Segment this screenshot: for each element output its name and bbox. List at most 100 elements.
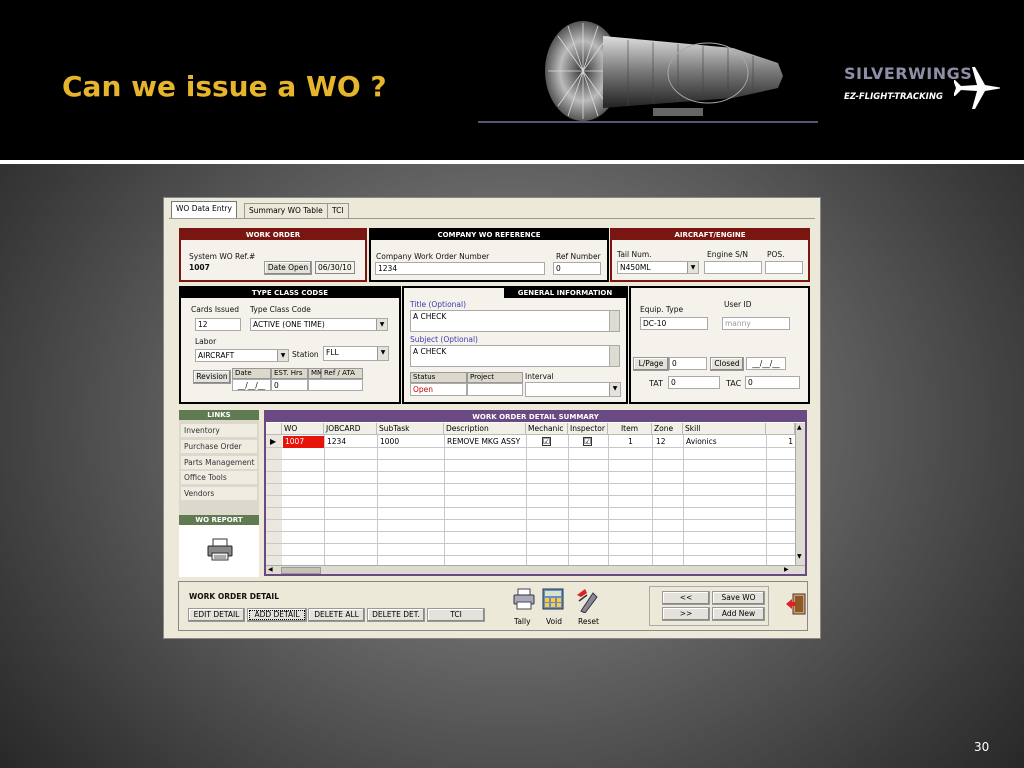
labor-dropdown[interactable]: AIRCRAFT ▼ [195,349,289,362]
project-field[interactable] [467,383,523,396]
tab-summary-wo-table[interactable]: Summary WO Table [244,203,328,218]
link-inventory[interactable]: Inventory [181,424,257,437]
printer-icon[interactable] [512,587,536,611]
lpage-button[interactable]: L/Page [633,357,669,371]
current-row-arrow-icon: ▶ [270,437,277,446]
brand-name: SILVERWINGS [844,64,973,83]
chevron-down-icon[interactable]: ▼ [376,319,387,330]
scroll-right-icon[interactable]: ▶ [784,566,789,573]
mechanic-checkbox[interactable]: ☑ [542,437,551,446]
col-subtask[interactable]: SubTask [377,423,444,435]
add-detail-button[interactable]: ADD DETAIL [247,608,307,622]
closed-button[interactable]: Closed [710,357,744,371]
ref-ata-field[interactable] [308,379,363,391]
subject-field[interactable]: A CHECK [410,345,620,367]
engine-sn-field[interactable] [704,261,762,274]
type-class-code-label: Type Class Code [250,305,311,314]
user-id-field[interactable]: manny [722,317,790,330]
tab-tci[interactable]: TCI [327,203,349,218]
link-purchase-order[interactable]: Purchase Order [181,440,257,453]
revision-date-field[interactable]: __/__/__ [232,379,271,391]
scroll-up-icon[interactable]: ▲ [797,424,802,431]
general-information-panel: GENERAL INFORMATION Title (Optional) A C… [402,286,628,404]
vertical-scrollbar[interactable]: ▲ ▼ [795,423,805,565]
station-dropdown[interactable]: FLL ▼ [323,346,389,361]
cell-wo[interactable]: 1007 [283,436,324,448]
interval-dropdown[interactable]: ▼ [525,382,621,397]
link-vendors[interactable]: Vendors [181,487,257,500]
link-office-tools[interactable]: Office Tools [181,471,257,484]
mm-col-header: MM [308,368,323,379]
subject-scrollbar[interactable] [609,346,619,366]
title-field[interactable]: A CHECK [410,310,620,332]
closed-date-field[interactable]: __/__/__ [746,357,786,370]
turbine-engine-image [478,21,818,123]
date-open-button[interactable]: Date Open [264,261,312,275]
tat-field[interactable]: 0 [668,376,720,389]
wo-report-panel: WO REPORT [179,515,259,577]
cell-jobcard[interactable]: 1234 [325,436,377,448]
subject-optional-label: Subject (Optional) [410,335,478,344]
inspector-checkbox[interactable]: ☑ [583,437,592,446]
col-inspector[interactable]: Inspector [568,423,608,435]
revision-button[interactable]: Revision [193,370,231,384]
previous-button[interactable]: << [662,591,710,605]
col-description[interactable]: Description [444,423,526,435]
printer-icon[interactable] [206,538,234,562]
col-extra[interactable] [766,423,795,435]
pos-field[interactable] [765,261,803,274]
grid-hline [266,507,795,508]
est-hrs-field[interactable]: 0 [271,379,308,391]
cell-subtask[interactable]: 1000 [378,436,444,448]
cell-description[interactable]: REMOVE MKG ASSY [445,436,526,448]
calculator-icon[interactable] [541,587,565,611]
general-info-header: GENERAL INFORMATION [504,288,626,298]
next-button[interactable]: >> [662,607,710,621]
col-mechanic[interactable]: Mechanic [526,423,568,435]
edit-detail-button[interactable]: EDIT DETAIL [188,608,245,622]
tab-wo-data-entry[interactable]: WO Data Entry [171,201,237,218]
delete-detail-button[interactable]: DELETE DET. [367,608,425,622]
scroll-thumb[interactable] [281,567,321,574]
work-order-header: WORK ORDER [181,230,365,240]
cell-item[interactable]: 1 [609,436,652,448]
add-new-button[interactable]: Add New [712,607,765,621]
scroll-down-icon[interactable]: ▼ [797,553,802,560]
tci-button[interactable]: TCI [427,608,485,622]
reset-icon[interactable] [573,585,601,613]
work-order-detail-summary: WORK ORDER DETAIL SUMMARY WO JOBCARD Sub… [264,410,807,576]
tail-num-dropdown[interactable]: N450ML ▼ [617,261,699,274]
chevron-down-icon[interactable]: ▼ [609,383,620,396]
ref-number-label: Ref Number [556,252,601,261]
lpage-field[interactable]: 0 [669,357,707,370]
horizontal-scrollbar[interactable]: ◀ ▶ [266,565,805,574]
cell-zone[interactable]: 12 [654,436,683,448]
col-jobcard[interactable]: JOBCARD [324,423,377,435]
ref-number-field[interactable]: 0 [553,262,601,275]
link-parts-management[interactable]: Parts Management [181,456,257,469]
tac-field[interactable]: 0 [745,376,800,389]
company-wo-number-field[interactable]: 1234 [375,262,545,275]
grid-vline [444,435,445,565]
scroll-left-icon[interactable]: ◀ [268,566,273,573]
type-class-code-dropdown[interactable]: ACTIVE (ONE TIME) ▼ [250,318,388,331]
reset-label: Reset [578,617,599,626]
save-wo-button[interactable]: Save WO [712,591,765,605]
equip-type-field[interactable]: DC-10 [640,317,708,330]
col-zone[interactable]: Zone [652,423,683,435]
status-field[interactable]: Open [410,383,467,396]
title-scrollbar[interactable] [609,311,619,331]
slide-title: Can we issue a WO ? [62,70,387,103]
chevron-down-icon[interactable]: ▼ [277,350,288,361]
cell-extra[interactable]: 1 [767,436,795,448]
col-wo[interactable]: WO [282,423,324,435]
col-skill[interactable]: Skill [683,423,766,435]
col-item[interactable]: Item [608,423,652,435]
chevron-down-icon[interactable]: ▼ [687,262,698,273]
date-open-field[interactable]: 06/30/10 [315,261,355,274]
delete-all-button[interactable]: DELETE ALL [308,608,365,622]
cards-issued-field[interactable]: 12 [195,318,241,331]
cell-skill[interactable]: Avionics [684,436,766,448]
chevron-down-icon[interactable]: ▼ [377,347,388,360]
exit-door-icon[interactable] [784,592,808,616]
